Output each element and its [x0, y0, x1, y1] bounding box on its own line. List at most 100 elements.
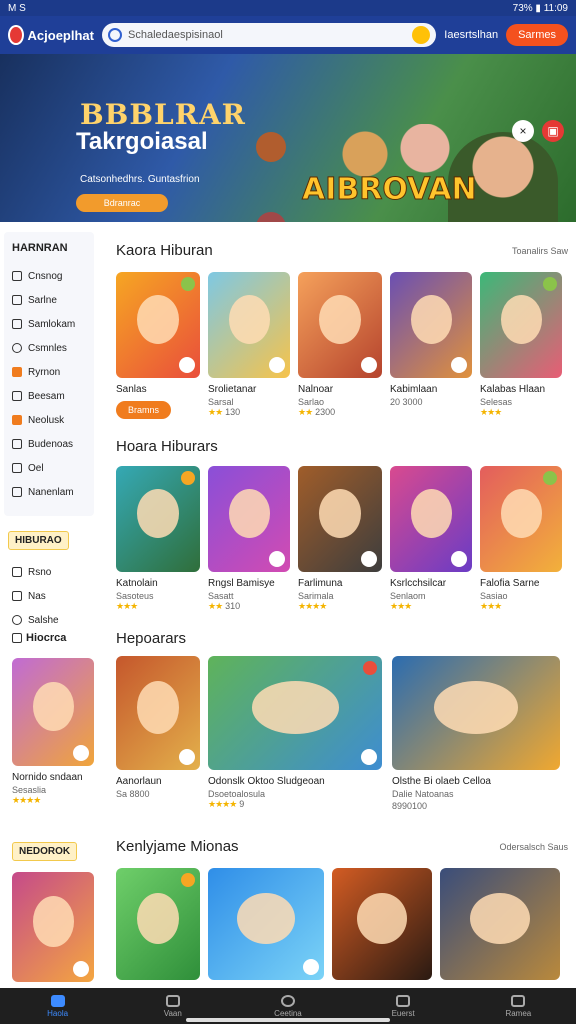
- sidebar-item[interactable]: Samlokam: [12, 312, 86, 336]
- sidebar-item[interactable]: Ryrnon: [12, 360, 86, 384]
- game-thumbnail[interactable]: [208, 656, 382, 770]
- header-link[interactable]: Iaesrtslhan: [444, 29, 498, 41]
- game-card[interactable]: Falofia Sarne Sasiao ★★★: [480, 466, 562, 612]
- game-thumbnail[interactable]: [392, 656, 560, 770]
- logo-icon: [8, 25, 24, 45]
- game-thumbnail[interactable]: [116, 656, 200, 770]
- sidebar-section-header[interactable]: Hiocrca: [12, 632, 66, 644]
- game-card[interactable]: Nalnoar Sarlao ★★ 2300: [298, 272, 382, 418]
- game-thumbnail[interactable]: [390, 272, 472, 378]
- section-see-all[interactable]: Toanalirs Saw: [512, 246, 568, 256]
- game-card[interactable]: Olsthe Bi olaeb Celloa Dalie Natoanas 89…: [392, 656, 560, 811]
- download-icon[interactable]: [451, 551, 467, 567]
- game-card[interactable]: Nornido sndaan Sesaslia ★★★★: [12, 658, 94, 806]
- section-see-all[interactable]: Odersalsch Saus: [499, 842, 568, 852]
- game-thumbnail[interactable]: [116, 868, 200, 980]
- nav-profile[interactable]: Ramea: [488, 994, 548, 1018]
- sidebar-item[interactable]: Oel: [12, 456, 86, 480]
- game-thumbnail[interactable]: [480, 272, 562, 378]
- sidebar-item[interactable]: Nanenlam: [12, 480, 86, 504]
- hero-banner[interactable]: BBBLRAR Takrgoiasal Catsonhedhrs. Guntas…: [0, 54, 576, 222]
- game-card[interactable]: [332, 868, 432, 980]
- nav-search[interactable]: Vaan: [143, 994, 203, 1018]
- game-card[interactable]: Farlimuna Sarimala ★★★★: [298, 466, 382, 612]
- section-title: Hoara Hiburars: [116, 438, 218, 455]
- sidebar-item[interactable]: Cnsnog: [12, 264, 86, 288]
- download-icon[interactable]: [361, 551, 377, 567]
- sidebar-badge: HIBURAO: [8, 531, 69, 550]
- game-thumbnail[interactable]: [12, 872, 94, 982]
- sidebar-item[interactable]: Budenoas: [12, 432, 86, 456]
- download-icon[interactable]: [73, 961, 89, 977]
- download-icon[interactable]: [179, 357, 195, 373]
- nav-explore[interactable]: Ceetina: [258, 994, 318, 1018]
- download-icon[interactable]: [269, 357, 285, 373]
- section-title: Hepoarars: [116, 630, 187, 647]
- play-button[interactable]: Bramns: [116, 401, 172, 419]
- game-thumbnail[interactable]: [12, 658, 94, 766]
- game-card[interactable]: [12, 872, 94, 982]
- close-icon[interactable]: ×: [512, 120, 534, 142]
- game-card[interactable]: [116, 868, 200, 980]
- download-icon[interactable]: [269, 551, 285, 567]
- search-bar[interactable]: Schaledaespisinaol: [102, 23, 437, 47]
- game-card[interactable]: Kalabas Hlaan Selesas ★★★: [480, 272, 562, 418]
- gift-icon[interactable]: ▣: [542, 120, 564, 142]
- game-thumbnail[interactable]: [116, 466, 200, 572]
- game-thumbnail[interactable]: [332, 868, 432, 980]
- circle-icon: [280, 994, 295, 1007]
- game-meta: Selesas: [480, 397, 513, 407]
- app-logo[interactable]: Acjoeplhat: [8, 25, 94, 45]
- nav-home[interactable]: Haola: [28, 994, 88, 1018]
- game-card[interactable]: [440, 868, 560, 980]
- game-card[interactable]: [208, 868, 324, 980]
- game-card[interactable]: Sanlas Bramns: [116, 272, 200, 419]
- download-icon[interactable]: [73, 745, 89, 761]
- download-icon[interactable]: [451, 357, 467, 373]
- badge-icon: [543, 277, 557, 291]
- game-thumbnail[interactable]: [480, 466, 562, 572]
- edit-icon: [12, 271, 22, 281]
- box-icon: [12, 391, 22, 401]
- sidebar-item[interactable]: Csmnles: [12, 336, 86, 360]
- top-bar: Acjoeplhat Schaledaespisinaol Iaesrtslha…: [0, 16, 576, 54]
- sidebar-item[interactable]: Sarlne: [12, 288, 86, 312]
- game-thumbnail[interactable]: [208, 466, 290, 572]
- hero-cta-button[interactable]: Bdranrac: [76, 194, 168, 212]
- game-card[interactable]: Srolietanar Sarsal ★★ 130: [208, 272, 290, 418]
- sidebar-item[interactable]: Nas: [4, 584, 94, 608]
- orange-badge-icon: [12, 415, 22, 425]
- star-rating: ★★★★: [298, 601, 327, 611]
- game-thumbnail[interactable]: [298, 466, 382, 572]
- microphone-icon[interactable]: [412, 26, 431, 44]
- game-title: Ksrlcchsilcar: [390, 578, 447, 589]
- box-icon: [12, 633, 22, 643]
- game-card[interactable]: Katnolain Sasoteus ★★★: [116, 466, 200, 612]
- sidebar-item[interactable]: Salshe: [4, 608, 94, 632]
- signup-button[interactable]: Sarmes: [506, 24, 568, 46]
- sidebar-item[interactable]: Neolusk: [12, 408, 86, 432]
- game-card[interactable]: Rngsl Bamisye Sasatt ★★ 310: [208, 466, 290, 612]
- sidebar-item[interactable]: Rsno: [4, 560, 94, 584]
- game-thumbnail[interactable]: [116, 272, 200, 378]
- game-card[interactable]: Aanorlaun Sa 8800: [116, 656, 200, 799]
- game-card[interactable]: Odonslk Oktoo Sludgeoan Dsoetoalosula ★★…: [208, 656, 382, 810]
- game-thumbnail[interactable]: [208, 272, 290, 378]
- download-icon[interactable]: [361, 357, 377, 373]
- game-title: Nalnoar: [298, 384, 334, 395]
- download-icon[interactable]: [179, 749, 195, 765]
- sidebar-item[interactable]: Beesam: [12, 384, 86, 408]
- game-art: [357, 892, 407, 945]
- download-icon[interactable]: [303, 959, 319, 975]
- game-card[interactable]: Ksrlcchsilcar Senlaom ★★★: [390, 466, 472, 612]
- star-rating: ★★ 310: [208, 601, 241, 611]
- game-thumbnail[interactable]: [390, 466, 472, 572]
- badge-icon: [543, 471, 557, 485]
- download-icon[interactable]: [361, 749, 377, 765]
- nav-users[interactable]: Euerst: [373, 994, 433, 1018]
- sidebar-heading: HARNRAN: [12, 242, 68, 254]
- game-card[interactable]: Kabimlaan 20 3000: [390, 272, 472, 407]
- game-thumbnail[interactable]: [440, 868, 560, 980]
- game-thumbnail[interactable]: [298, 272, 382, 378]
- game-thumbnail[interactable]: [208, 868, 324, 980]
